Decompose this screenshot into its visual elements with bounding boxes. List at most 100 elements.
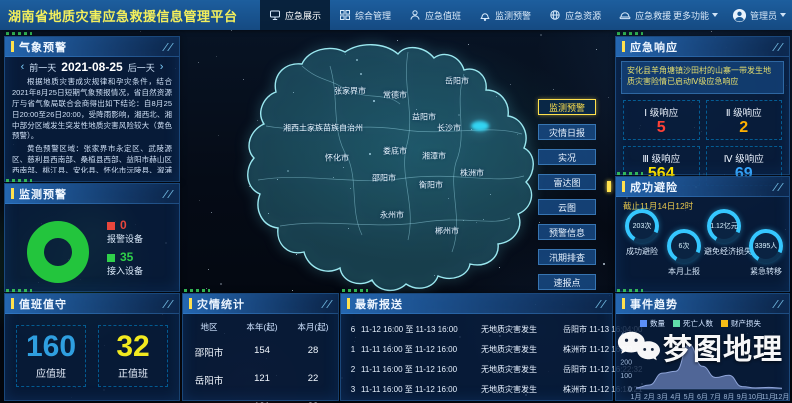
monitoring-warning-panel: 监测预警 0 报警设备 35 接入设备 <box>4 183 180 292</box>
duty-watch-panel: 值班值守 160 应值班 32 正值班 <box>4 293 180 401</box>
monitor-icon <box>269 9 281 21</box>
map-city-label: 益阳市 <box>412 112 436 123</box>
report-row: 311-11 16:00 至 11-12 16:00无地质灾害发生株洲市 11-… <box>345 379 608 399</box>
svg-text:8月: 8月 <box>723 393 734 401</box>
menu-item-5[interactable]: 应急资源 <box>540 0 610 30</box>
gauge-ring: 6次 <box>667 229 701 263</box>
header-right-area: 更多功能 管理员 <box>673 0 786 30</box>
header-accent <box>622 41 625 52</box>
panel-header: 成功避险 <box>616 177 789 197</box>
table-cell: 22 <box>291 366 335 394</box>
header-accent <box>347 298 350 309</box>
panel-decoration <box>161 190 173 198</box>
gauge-2: 6次本月上报 <box>664 229 704 277</box>
panel-decoration <box>771 183 783 191</box>
helmet-icon <box>619 9 631 21</box>
next-day-button[interactable]: 后一天 <box>128 61 155 74</box>
more-functions-button[interactable]: 更多功能 <box>673 9 718 22</box>
highlight-spot <box>471 121 489 131</box>
panel-header: 气象预警 <box>5 37 179 57</box>
report-row: 611-12 16:00 至 11-13 16:00无地质灾害发生岳阳市 11-… <box>345 319 608 339</box>
map-city-label: 怀化市 <box>325 153 349 164</box>
table-header: 本月(起) <box>291 318 335 338</box>
successful-avoidance-panel: 成功避险 截止11月14日12时 203次成功避险6次本月上报1.12亿元避免经… <box>615 176 790 292</box>
svg-text:12月: 12月 <box>775 393 789 401</box>
globe-icon <box>549 9 561 21</box>
panel-header: 灾情统计 <box>183 294 338 314</box>
alert-icon <box>479 9 491 21</box>
table-cell: 121 <box>233 394 291 403</box>
panel-header: 值班值守 <box>5 294 179 314</box>
svg-text:1月: 1月 <box>631 393 642 401</box>
menu-item-1[interactable]: 应急展示 <box>260 0 330 30</box>
map-layer-button-7[interactable]: 汛期排查 <box>538 249 596 265</box>
table-cell: 常德市 <box>185 394 233 403</box>
prev-arrow-icon[interactable]: ‹ <box>21 61 25 73</box>
svg-text:9月: 9月 <box>737 393 748 401</box>
svg-text:7月: 7月 <box>710 393 721 401</box>
weather-warning-text: 根据地质灾害成灾规律和孕灾条件，结合2021年8月25日短期气象预报情况，省自然… <box>5 74 179 173</box>
map-city-label: 郴州市 <box>435 226 459 237</box>
panel-decoration <box>771 300 783 308</box>
stat-should-be-on-duty: 160 应值班 <box>16 325 86 387</box>
table-header: 地区 <box>185 318 233 338</box>
map-layer-button-5[interactable]: 云图 <box>538 199 596 215</box>
svg-text:100: 100 <box>620 373 632 380</box>
map-layer-button-2[interactable]: 灾情日报 <box>538 124 596 140</box>
map-layer-button-1[interactable]: 监测预警 <box>538 99 596 115</box>
report-row: 111-11 16:00 至 11-12 16:00无地质灾害发生株洲市 11-… <box>345 339 608 359</box>
watermark: 梦图地理 <box>616 326 783 368</box>
header-accent <box>11 298 14 309</box>
stat-currently-on-duty: 32 正值班 <box>98 325 168 387</box>
menu-item-4[interactable]: 监测预警 <box>470 0 540 30</box>
watermark-text: 梦图地理 <box>663 326 783 368</box>
legend-swatch <box>107 254 115 262</box>
legend-swatch <box>107 222 115 230</box>
map-city-label: 株洲市 <box>460 168 484 179</box>
svg-text:3月: 3月 <box>657 393 668 401</box>
table-cell: 154 <box>233 338 291 366</box>
map-layer-button-4[interactable]: 雷达图 <box>538 174 596 190</box>
table-cell: 岳阳市 <box>185 366 233 394</box>
response-level-2: Ⅱ 级响应2 <box>706 100 783 140</box>
header-accent <box>622 298 625 309</box>
table-header: 本年(起) <box>233 318 291 338</box>
map-city-label: 娄底市 <box>383 146 407 157</box>
panel-decoration <box>771 43 783 51</box>
device-donut-chart <box>27 221 89 283</box>
table-cell: 邵阳市 <box>185 338 233 366</box>
menu-item-3[interactable]: 应急值班 <box>400 0 470 30</box>
response-alert-marquee: 安化县羊角塘镇沙田村的山寨一带发生地质灾害险情已启动Ⅳ级应急响应 <box>621 61 784 94</box>
svg-text:4月: 4月 <box>670 393 681 401</box>
svg-text:2月: 2月 <box>644 393 655 401</box>
map-layer-button-3[interactable]: 实况 <box>538 149 596 165</box>
next-arrow-icon[interactable]: › <box>160 61 164 73</box>
menu-item-6[interactable]: 应急救援 <box>610 0 680 30</box>
user-menu[interactable]: 管理员 <box>732 8 786 23</box>
panel-decoration <box>594 300 606 308</box>
map-layer-button-8[interactable]: 速报点 <box>538 274 596 290</box>
svg-text:5月: 5月 <box>684 393 695 401</box>
menu-item-2[interactable]: 综合管理 <box>330 0 400 30</box>
map-city-label: 湘西土家族苗族自治州 <box>283 123 363 134</box>
wechat-icon <box>616 327 660 367</box>
panel-header: 应急响应 <box>616 37 789 57</box>
date-navigator: ‹ 前一天 2021-08-25 后一天 › <box>5 60 179 74</box>
gauge-4: 3395人紧急转移 <box>746 229 786 277</box>
svg-text:6月: 6月 <box>697 393 708 401</box>
map-layer-button-6[interactable]: 预警信息 <box>538 224 596 240</box>
map-layer-buttons: 监测预警灾情日报实况雷达图云图预警信息汛期排查速报点 <box>538 99 596 299</box>
table-cell: 121 <box>233 366 291 394</box>
map-city-label: 邵阳市 <box>372 173 396 184</box>
grid-icon <box>339 9 351 21</box>
table-cell: 22 <box>291 394 335 403</box>
chevron-down-icon <box>712 13 718 17</box>
response-level-1: Ⅰ 级响应5 <box>623 100 700 140</box>
legend-connected-devices: 35 接入设备 <box>107 250 143 277</box>
weather-warning-panel: 气象预警 ‹ 前一天 2021-08-25 后一天 › 根据地质灾害成灾规律和孕… <box>4 36 180 182</box>
gauge-1: 203次成功避险 <box>622 209 662 257</box>
prev-day-button[interactable]: 前一天 <box>29 61 56 74</box>
disaster-statistics-panel: 灾情统计 地区本年(起)本月(起) 邵阳市15428 岳阳市12122 常德市1212… <box>182 293 339 401</box>
table-cell: 28 <box>291 338 335 366</box>
reports-list: 611-12 16:00 至 11-13 16:00无地质灾害发生岳阳市 11-… <box>341 314 612 399</box>
